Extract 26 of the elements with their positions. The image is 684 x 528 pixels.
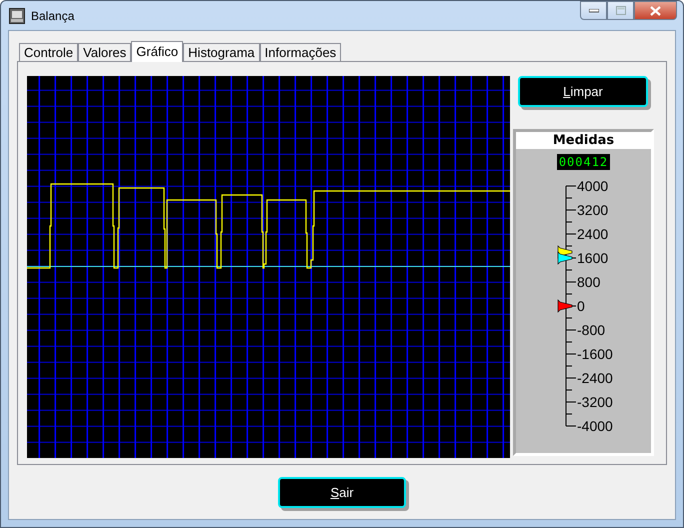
scale-label: 0 [577, 298, 585, 314]
tab[interactable]: Histograma [183, 43, 260, 61]
scale-label: 800 [577, 274, 600, 290]
tab[interactable]: Valores [78, 43, 132, 61]
scale-label: 1600 [577, 250, 608, 266]
window-title: Balança [31, 8, 76, 22]
minimize-button[interactable] [580, 1, 607, 20]
scale-label: 3200 [577, 202, 608, 218]
scale-label: -3200 [577, 394, 613, 410]
digital-display: 000412 [556, 154, 610, 170]
maximize-icon [616, 6, 626, 15]
minimize-icon [588, 8, 598, 12]
close-button[interactable] [634, 1, 677, 20]
scale-label: -4000 [577, 418, 613, 434]
clear-button[interactable]: Limpar [518, 76, 648, 107]
maximize-button[interactable] [607, 1, 634, 20]
scale-app-icon [9, 8, 25, 24]
scale-label: -800 [577, 322, 606, 338]
tab[interactable]: Controle [19, 43, 78, 61]
tab[interactable]: Gráfico [131, 41, 184, 62]
scale-label: 2400 [577, 226, 608, 242]
scale-label: 4000 [577, 178, 608, 194]
scale-label: -1600 [577, 346, 613, 362]
scale-label: -2400 [577, 370, 613, 386]
tab[interactable]: Informações [260, 43, 342, 61]
close-icon [650, 6, 661, 16]
